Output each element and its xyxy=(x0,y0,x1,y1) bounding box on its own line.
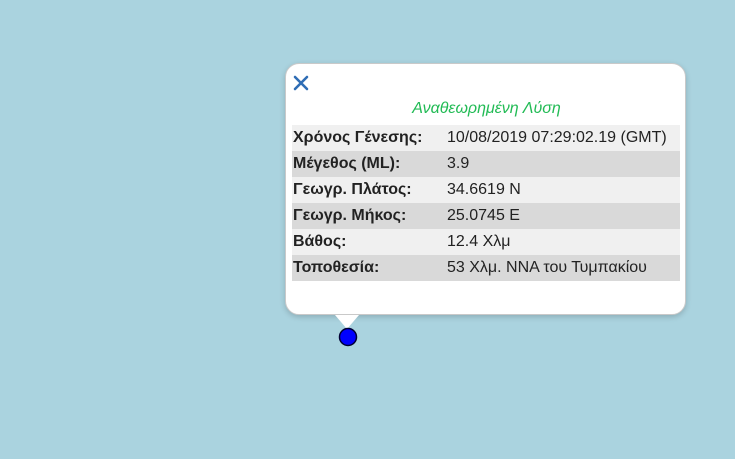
close-button[interactable] xyxy=(292,74,310,92)
earthquake-info-popup: Αναθεωρημένη Λύση Χρόνος Γένεσης: 10/08/… xyxy=(285,63,686,329)
table-row-latitude: Γεωγρ. Πλάτος: 34.6619 N xyxy=(292,177,680,203)
latitude-value: 34.6619 N xyxy=(447,181,521,198)
depth-value: 12.4 Χλμ xyxy=(447,233,511,250)
origin-time-label: Χρόνος Γένεσης: xyxy=(293,129,423,146)
table-row-location: Τοποθεσία: 53 Χλμ. ΝΝΑ του Τυμπακίου xyxy=(292,255,680,281)
info-table: Χρόνος Γένεσης: 10/08/2019 07:29:02.19 (… xyxy=(292,125,680,281)
magnitude-label: Μέγεθος (ML): xyxy=(293,155,401,172)
table-row-longitude: Γεωγρ. Μήκος: 25.0745 E xyxy=(292,203,680,229)
location-value: 53 Χλμ. ΝΝΑ του Τυμπακίου xyxy=(447,259,647,276)
close-icon[interactable] xyxy=(292,74,310,92)
table-row-depth: Βάθος: 12.4 Χλμ xyxy=(292,229,680,255)
earthquake-marker[interactable] xyxy=(338,327,358,347)
popup-title: Αναθεωρημένη Λύση xyxy=(412,100,561,117)
table-row-magnitude: Μέγεθος (ML): 3.9 xyxy=(292,151,680,177)
marker-dot[interactable] xyxy=(338,327,358,347)
latitude-label: Γεωγρ. Πλάτος: xyxy=(293,181,412,198)
depth-label: Βάθος: xyxy=(293,233,347,250)
origin-time-value: 10/08/2019 07:29:02.19 (GMT) xyxy=(447,129,667,146)
table-row-origin-time: Χρόνος Γένεσης: 10/08/2019 07:29:02.19 (… xyxy=(292,125,680,151)
location-label: Τοποθεσία: xyxy=(293,259,380,276)
magnitude-value: 3.9 xyxy=(447,155,470,172)
longitude-label: Γεωγρ. Μήκος: xyxy=(293,207,407,224)
longitude-value: 25.0745 E xyxy=(447,207,520,224)
